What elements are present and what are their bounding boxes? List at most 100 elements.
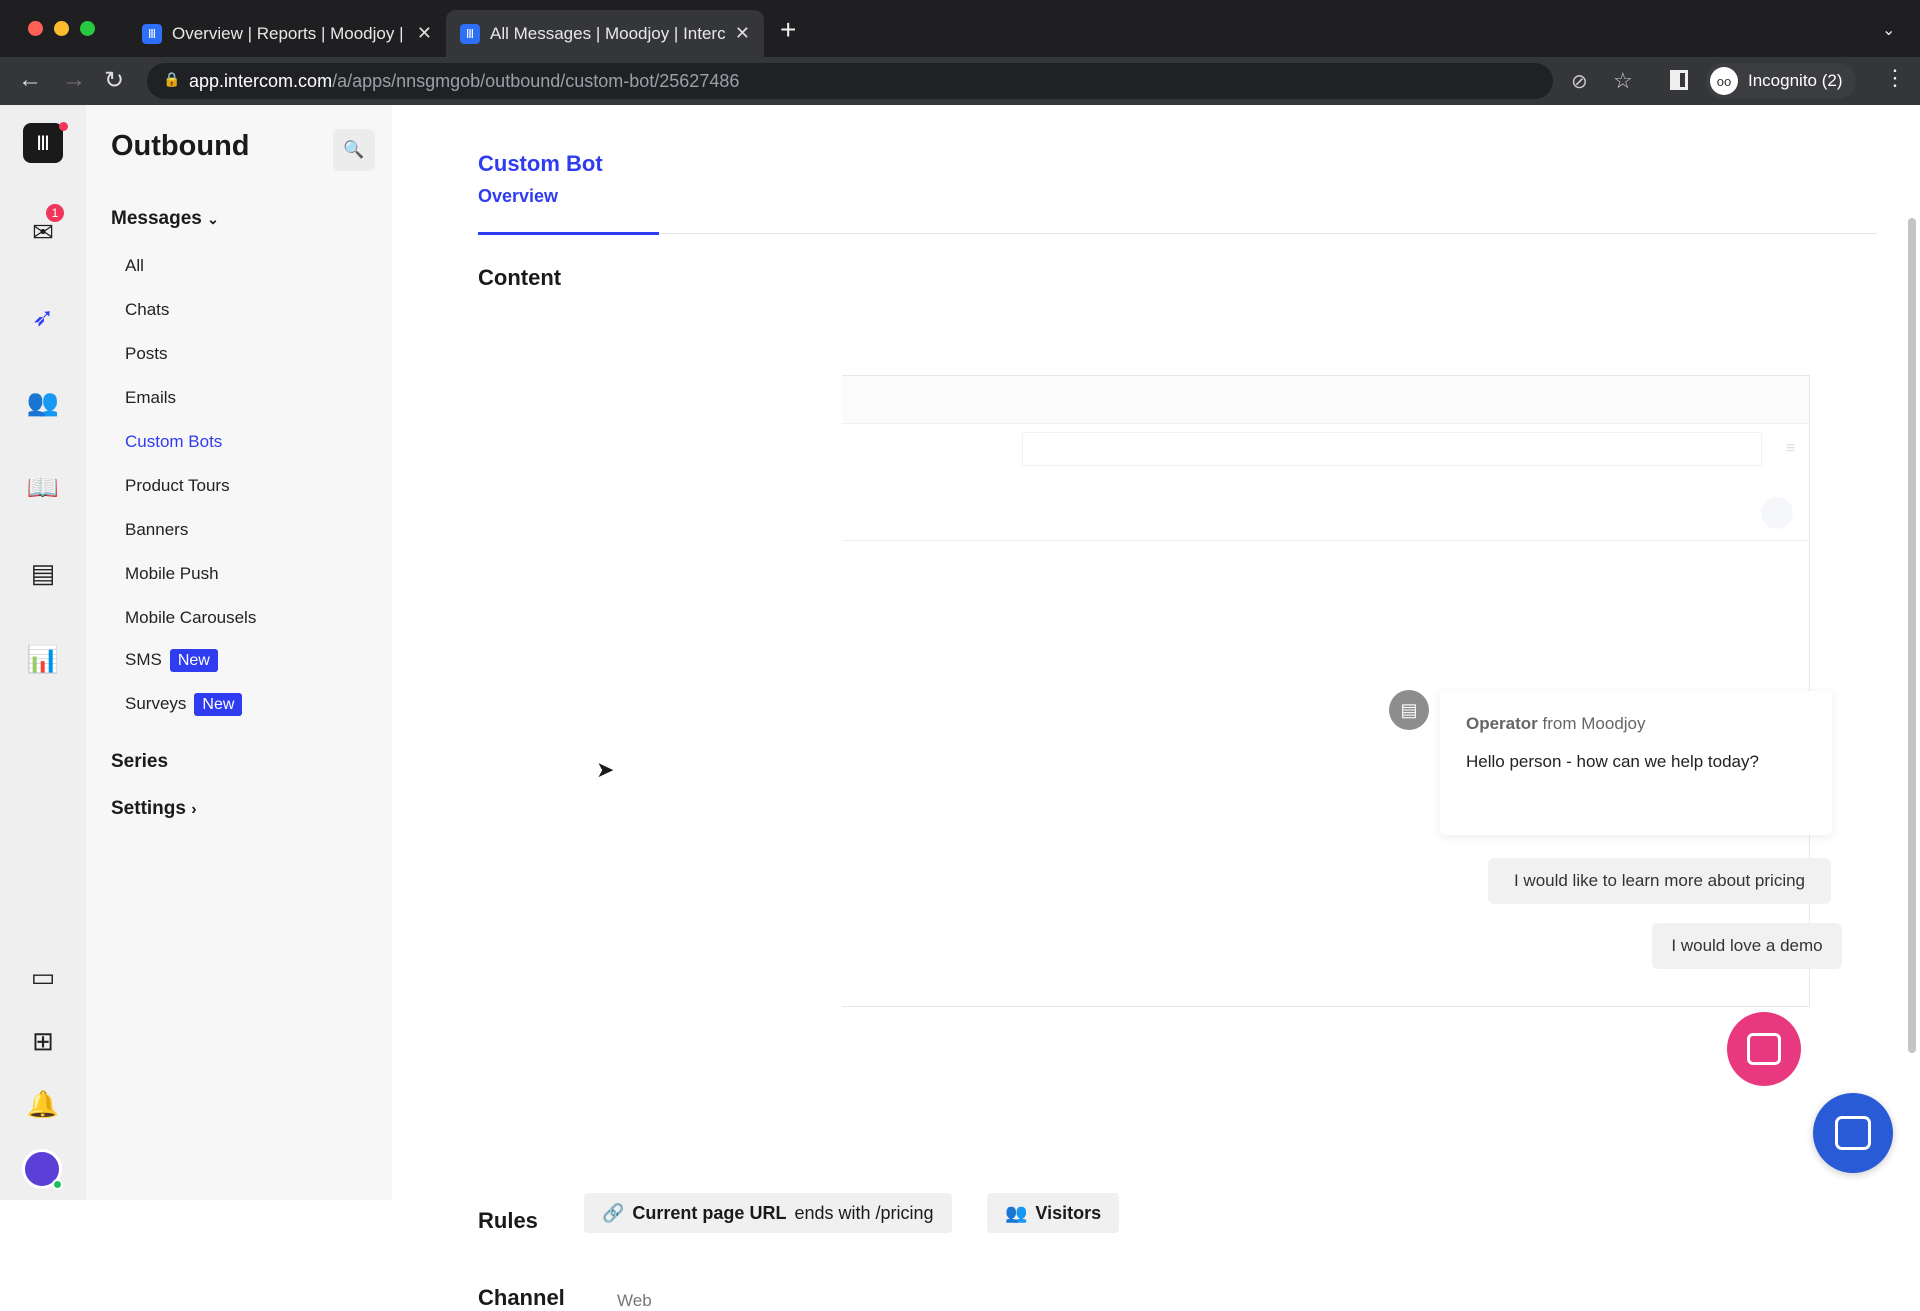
- notification-dot: [59, 122, 68, 131]
- messages-label: Messages: [111, 208, 202, 229]
- url-host: app.intercom.com: [189, 70, 333, 91]
- url-rule-attribute: Current page URL: [632, 1202, 787, 1223]
- lock-icon: 🔒: [163, 71, 181, 87]
- url-rule-pill[interactable]: 🔗 Current page URL ends with /pricing: [584, 1193, 952, 1233]
- chevron-right-icon: ›: [191, 801, 197, 818]
- close-tab-icon[interactable]: ✕: [417, 23, 432, 44]
- nav-item-product-tours[interactable]: Product Tours: [125, 476, 230, 496]
- reply-option-pricing[interactable]: I would like to learn more about pricing: [1488, 858, 1831, 904]
- mouse-cursor: ➤: [596, 757, 615, 782]
- tracking-blocked-icon[interactable]: ⊘: [1571, 69, 1588, 94]
- preview-browser-bar: [842, 376, 1809, 424]
- close-window-button[interactable]: [28, 21, 43, 36]
- incognito-icon: oo: [1710, 67, 1738, 95]
- outbound-nav-panel: Outbound 🔍 Messages ⌄ All Chats Posts Em…: [86, 105, 392, 1200]
- forward-icon[interactable]: →: [62, 66, 86, 94]
- people-icon: 👥: [1005, 1202, 1028, 1223]
- articles-book-icon[interactable]: 📖: [20, 464, 66, 510]
- operator-name: Operator: [1466, 714, 1538, 733]
- minimize-window-button[interactable]: [54, 21, 69, 36]
- maximize-window-button[interactable]: [80, 21, 95, 36]
- messenger-chat-icon: [1747, 1033, 1781, 1065]
- operator-message: Hello person - how can we help today?: [1466, 752, 1759, 771]
- contacts-icon[interactable]: 👥: [20, 379, 66, 425]
- nav-item-all[interactable]: All: [125, 256, 144, 276]
- url-path: /a/apps/nnsgmgob/outbound/custom-bot/256…: [332, 70, 740, 91]
- link-icon: 🔗: [602, 1202, 625, 1223]
- channel-label: Channel: [478, 1285, 565, 1310]
- tab-title: All Messages | Moodjoy | Interc: [490, 23, 725, 43]
- nav-item-posts[interactable]: Posts: [125, 344, 168, 364]
- audience-pill[interactable]: 👥 Visitors: [987, 1193, 1120, 1233]
- operator-message-card: Operator from Moodjoy Hello person - how…: [1440, 691, 1832, 835]
- nav-item-custom-bots[interactable]: Custom Bots: [125, 432, 222, 452]
- nav-series[interactable]: Series: [111, 751, 168, 773]
- rules-label: Rules: [478, 1208, 538, 1233]
- intercom-logo-icon[interactable]: Ⅲ: [23, 123, 63, 163]
- channel-value: Web: [617, 1291, 652, 1310]
- bookmark-star-icon[interactable]: ☆: [1613, 68, 1633, 94]
- messages-section-toggle[interactable]: Messages ⌄: [111, 208, 219, 230]
- url-rule-condition: ends with /pricing: [794, 1202, 934, 1223]
- sms-label: SMS: [125, 650, 162, 669]
- tab-title: Overview | Reports | Moodjoy |: [172, 23, 404, 43]
- browser-toolbar: ← → ↻ 🔒 app.intercom.com/a/apps/nnsgmgob…: [0, 57, 1920, 105]
- active-tab-underline: [478, 232, 659, 235]
- operator-from: from Moodjoy: [1542, 714, 1646, 733]
- reload-icon[interactable]: ↻: [104, 66, 124, 95]
- messenger-chat-icon: [1835, 1116, 1871, 1150]
- surveys-label: Surveys: [125, 694, 187, 713]
- outbound-rocket-icon[interactable]: ➶: [20, 294, 66, 340]
- browser-tab-bar: Ⅲ Overview | Reports | Moodjoy | ✕ Ⅲ All…: [0, 0, 1920, 57]
- tab-search-chevron-icon[interactable]: ⌄: [1882, 20, 1895, 40]
- operator-bot-avatar-icon: ▤: [1389, 690, 1429, 730]
- preview-address-field: [1022, 432, 1762, 466]
- side-panel-icon[interactable]: [1670, 70, 1688, 90]
- reports-chart-icon[interactable]: 📊: [20, 636, 66, 682]
- incognito-profile-button[interactable]: oo Incognito (2): [1706, 63, 1856, 99]
- chevron-down-icon: ⌄: [207, 211, 219, 227]
- browser-menu-icon[interactable]: ⋮: [1884, 65, 1906, 91]
- scrollbar[interactable]: [1908, 218, 1916, 1053]
- messenger-icon[interactable]: ▭: [20, 954, 66, 1000]
- app-store-icon[interactable]: ⊞: [20, 1018, 66, 1064]
- nav-item-sms[interactable]: SMS New: [125, 649, 218, 672]
- messenger-preview: ≡ ▤ Operator from Moodjoy Hello person -…: [842, 375, 1842, 1086]
- main-content: Custom Bot Overview Content ≡ ▤ Operator…: [392, 105, 1920, 1310]
- nav-item-mobile-carousels[interactable]: Mobile Carousels: [125, 608, 256, 628]
- address-bar[interactable]: 🔒 app.intercom.com/a/apps/nnsgmgob/outbo…: [147, 63, 1633, 99]
- new-badge: New: [194, 693, 243, 716]
- messenger-launcher-button[interactable]: [1813, 1093, 1893, 1173]
- preview-divider: [842, 540, 1809, 541]
- online-status-dot: [52, 1179, 63, 1190]
- notifications-bell-icon[interactable]: 🔔: [20, 1081, 66, 1127]
- nav-item-emails[interactable]: Emails: [125, 388, 176, 408]
- content-heading: Content: [478, 265, 562, 290]
- intercom-favicon-icon: Ⅲ: [460, 23, 480, 44]
- nav-item-surveys[interactable]: Surveys New: [125, 693, 243, 716]
- close-tab-icon[interactable]: ✕: [735, 23, 750, 44]
- operator-icon[interactable]: ▤: [20, 550, 66, 596]
- reply-option-demo[interactable]: I would love a demo: [1652, 923, 1842, 969]
- new-tab-button[interactable]: +: [780, 14, 796, 46]
- page-title: Custom Bot: [478, 151, 603, 176]
- new-badge: New: [169, 649, 218, 672]
- launcher-preview-button: [1727, 1012, 1801, 1086]
- tab-overview[interactable]: Overview: [478, 186, 558, 207]
- browser-tab-active[interactable]: Ⅲ All Messages | Moodjoy | Interc ✕: [446, 10, 764, 57]
- settings-section-toggle[interactable]: Settings ›: [111, 798, 197, 820]
- profile-label: Incognito (2): [1748, 71, 1843, 90]
- header-divider: [478, 233, 1877, 234]
- audience-label: Visitors: [1035, 1202, 1102, 1223]
- nav-title: Outbound: [111, 130, 250, 162]
- nav-item-chats[interactable]: Chats: [125, 300, 169, 320]
- browser-tab[interactable]: Ⅲ Overview | Reports | Moodjoy | ✕: [128, 10, 446, 57]
- search-button[interactable]: 🔍: [333, 129, 375, 171]
- preview-menu-icon: ≡: [1786, 440, 1796, 457]
- nav-item-banners[interactable]: Banners: [125, 520, 188, 540]
- intercom-favicon-icon: Ⅲ: [142, 23, 162, 44]
- inbox-badge: 1: [46, 204, 64, 222]
- nav-item-mobile-push[interactable]: Mobile Push: [125, 564, 219, 584]
- settings-label: Settings: [111, 798, 186, 819]
- back-icon[interactable]: ←: [18, 66, 42, 94]
